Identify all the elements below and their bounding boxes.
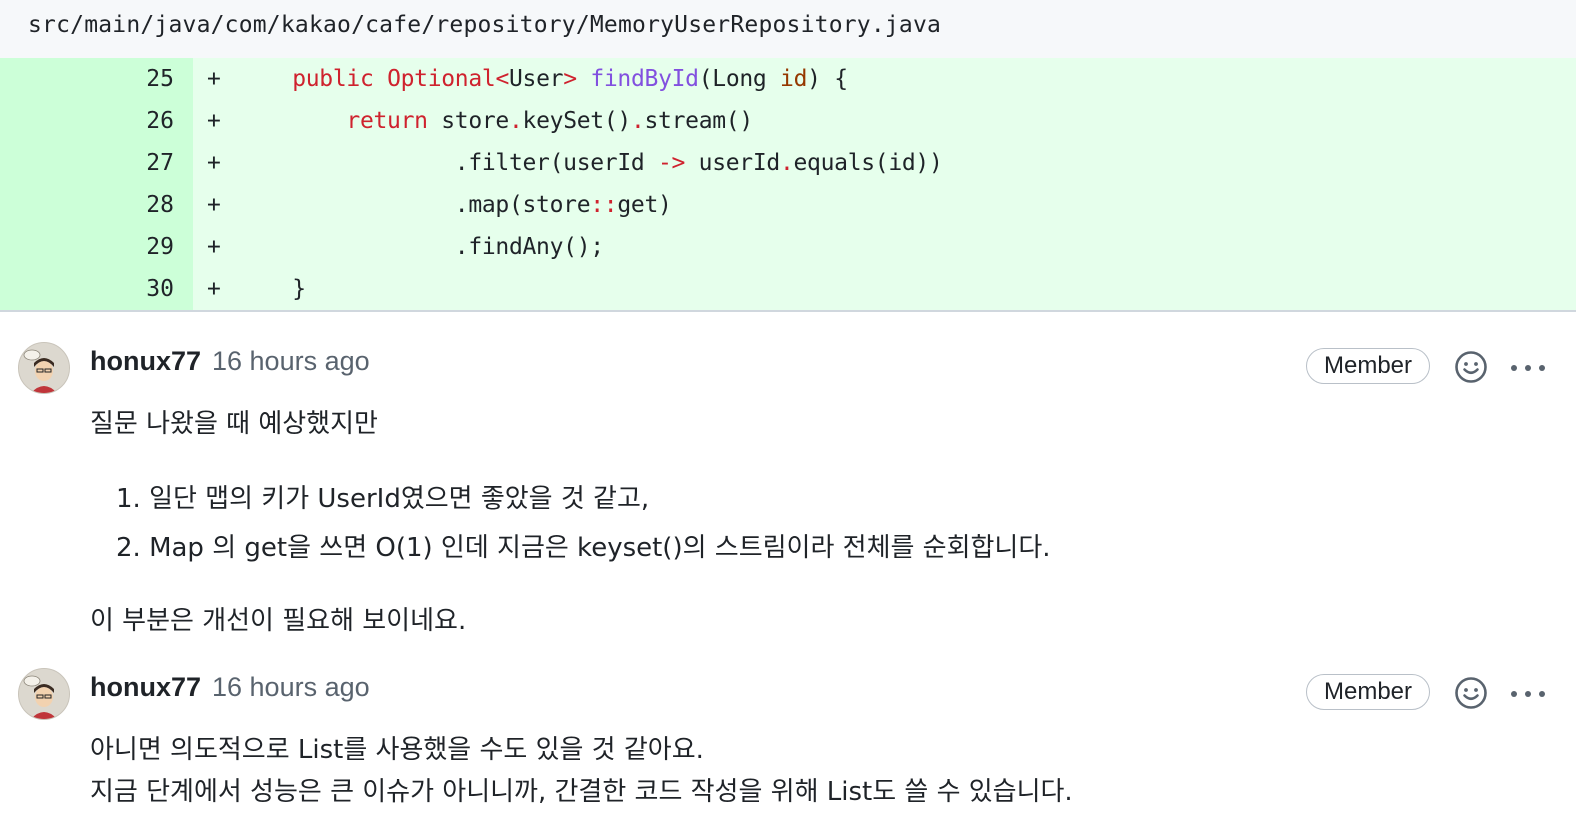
addition-marker: +: [207, 234, 221, 260]
code-line: .findAny();: [454, 234, 604, 260]
line-number[interactable]: 29: [0, 226, 174, 268]
addition-marker: +: [207, 192, 221, 218]
diff-line-25: 25 + public Optional<User> findById(Long…: [0, 58, 1576, 100]
comment-body-line: 아니면 의도적으로 List를 사용했을 수도 있을 것 같아요.: [90, 735, 704, 765]
code-line: return store.keySet().stream(): [346, 108, 753, 134]
diff-line-30: 30 + }: [0, 268, 1576, 310]
addition-marker: +: [207, 150, 221, 176]
diff-line-26: 26 + return store.keySet().stream(): [0, 100, 1576, 142]
diff-line-29: 29 + .findAny();: [0, 226, 1576, 268]
comment-list-item: 1. 일단 맵의 키가 UserId였으면 좋았을 것 같고,: [116, 484, 650, 514]
diff-line-27: 27 + .filter(userId -> userId.equals(id)…: [0, 142, 1576, 184]
line-number[interactable]: 27: [0, 142, 174, 184]
code-line: public Optional<User> findById(Long id) …: [292, 66, 848, 92]
avatar-image: [19, 669, 69, 719]
comment-author[interactable]: honux77: [90, 672, 201, 703]
member-badge: Member: [1306, 674, 1430, 710]
smiley-icon: [1455, 677, 1487, 709]
addition-marker: +: [207, 108, 221, 134]
comment-timestamp[interactable]: 16 hours ago: [212, 672, 370, 703]
more-options-button[interactable]: [1508, 360, 1548, 374]
line-number[interactable]: 26: [0, 100, 174, 142]
line-number[interactable]: 28: [0, 184, 174, 226]
add-reaction-button[interactable]: [1454, 350, 1488, 384]
comment-list-item: 2. Map 의 get을 쓰면 O(1) 인데 지금은 keyset()의 스…: [116, 533, 1051, 563]
diff-line-28: 28 + .map(store::get): [0, 184, 1576, 226]
add-reaction-button[interactable]: [1454, 676, 1488, 710]
comment-body-line: 지금 단계에서 성능은 큰 이슈가 아니니까, 간결한 코드 작성을 위해 Li…: [90, 777, 1073, 807]
addition-marker: +: [207, 66, 221, 92]
file-path-header[interactable]: src/main/java/com/kakao/cafe/repository/…: [0, 0, 1576, 58]
comment-author[interactable]: honux77: [90, 346, 201, 377]
file-path[interactable]: src/main/java/com/kakao/cafe/repository/…: [28, 12, 941, 38]
addition-marker: +: [207, 276, 221, 302]
code-line: .filter(userId -> userId.equals(id)): [454, 150, 943, 176]
line-number[interactable]: 25: [0, 58, 174, 100]
avatar-image: [19, 343, 69, 393]
kebab-horizontal-icon: [1511, 691, 1545, 697]
member-badge: Member: [1306, 348, 1430, 384]
smiley-icon: [1455, 351, 1487, 383]
avatar[interactable]: [18, 342, 70, 394]
code-line: .map(store::get): [454, 192, 672, 218]
comment-body-intro: 질문 나왔을 때 예상했지만: [90, 409, 378, 439]
comment-timestamp[interactable]: 16 hours ago: [212, 346, 370, 377]
comment-body-outro: 이 부분은 개선이 필요해 보이네요.: [90, 606, 467, 636]
diff-hunk: 25 + public Optional<User> findById(Long…: [0, 58, 1576, 312]
kebab-horizontal-icon: [1511, 365, 1545, 371]
code-line: }: [292, 276, 306, 302]
more-options-button[interactable]: [1508, 686, 1548, 700]
avatar[interactable]: [18, 668, 70, 720]
line-number[interactable]: 30: [0, 268, 174, 310]
